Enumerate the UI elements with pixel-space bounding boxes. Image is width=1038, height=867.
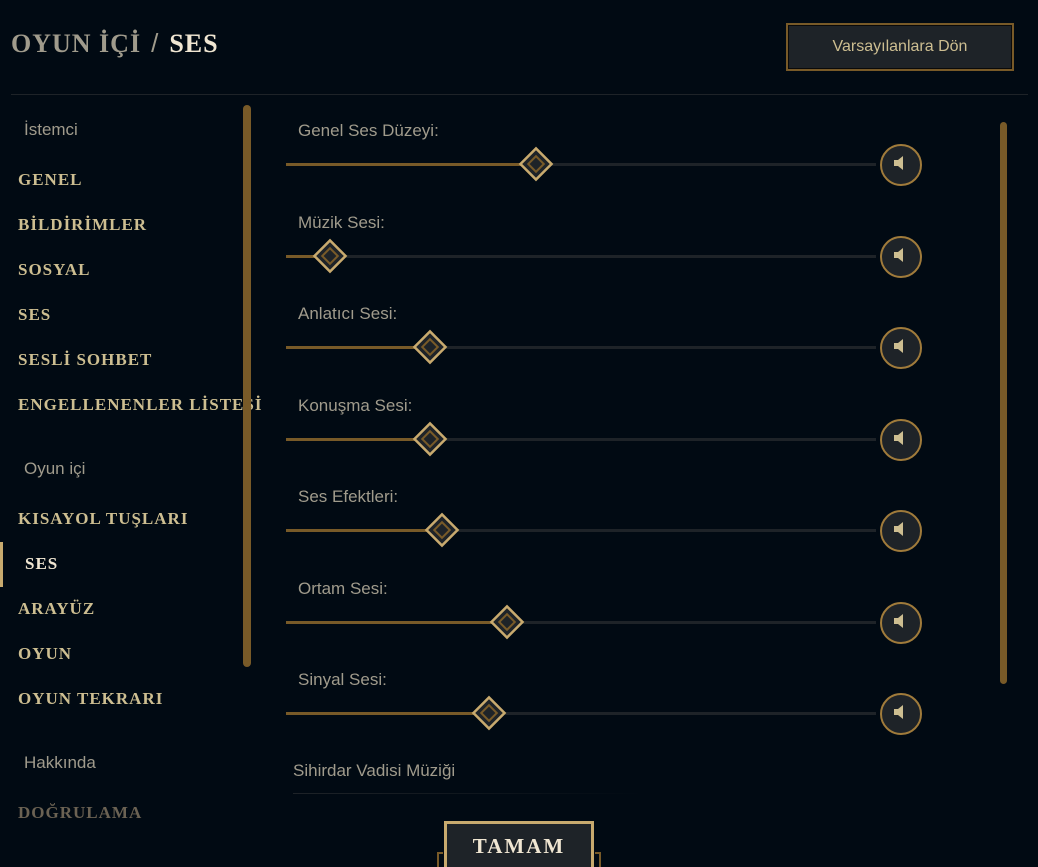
settings-scrollbar[interactable] [1000,122,1007,684]
speaker-icon [891,336,911,361]
diamond-thumb-icon[interactable] [411,420,449,458]
slider-track[interactable] [286,238,876,274]
slider-label: Ses Efektleri: [298,487,399,506]
nav-group-about: Hakkında [24,753,96,772]
nav-group-client: İstemci [24,120,78,139]
slider-label: Ortam Sesi: [298,579,388,598]
mute-button[interactable] [880,327,922,369]
nav-group-in-game: Oyun içi [24,459,86,478]
sidebar-item-verification[interactable]: DOĞRULAMA [18,803,142,823]
mute-button[interactable] [880,144,922,186]
mute-button[interactable] [880,236,922,278]
slider-row-voice-volume: Konuşma Sesi: [286,396,926,488]
slider-label: Anlatıcı Sesi: [298,304,398,323]
slider-track[interactable] [286,695,876,731]
mute-button[interactable] [880,510,922,552]
sidebar-item-social[interactable]: SOSYAL [18,260,90,280]
slider-row-music-volume: Müzik Sesi: [286,213,926,305]
diamond-thumb-icon[interactable] [423,511,461,549]
slider-fill [286,621,495,624]
speaker-icon [891,153,911,178]
slider-label: Müzik Sesi: [298,213,385,232]
sidebar-item-replays[interactable]: OYUN TEKRARI [18,689,163,709]
section-divider [293,793,643,794]
speaker-icon [891,519,911,544]
sidebar-item-notifications[interactable]: BİLDİRİMLER [18,215,147,235]
slider-row-sfx-volume: Ses Efektleri: [286,487,926,579]
slider-track[interactable] [286,329,876,365]
slider-fill [286,529,430,532]
sidebar-item-game[interactable]: OYUN [18,644,72,664]
sound-settings-panel: Genel Ses Düzeyi: Müzik Sesi: Anlatıcı S… [270,95,1010,867]
speaker-icon [891,428,911,453]
ok-button-ornament [437,852,443,867]
sidebar-item-interface[interactable]: ARAYÜZ [18,599,95,619]
ok-button[interactable]: TAMAM [444,821,594,867]
mute-button[interactable] [880,602,922,644]
page-title: SES [169,29,219,58]
slider-track[interactable] [286,512,876,548]
slider-label: Genel Ses Düzeyi: [298,121,439,140]
speaker-icon [891,245,911,270]
slider-fill [286,346,418,349]
breadcrumb: OYUN İÇİ / SES [11,28,219,59]
slider-row-master-volume: Genel Ses Düzeyi: [286,121,926,213]
sidebar-scrollbar[interactable] [243,105,251,667]
settings-sidebar: İstemci GENEL BİLDİRİMLER SOSYAL SES SES… [0,95,262,867]
breadcrumb-parent: OYUN İÇİ [11,29,142,58]
slider-fill [286,438,418,441]
slider-label: Sinyal Sesi: [298,670,387,689]
diamond-thumb-icon[interactable] [411,328,449,366]
sidebar-item-general[interactable]: GENEL [18,170,83,190]
diamond-thumb-icon[interactable] [488,603,526,641]
sidebar-item-in-game-sound[interactable]: SES [25,554,58,574]
slider-track[interactable] [286,604,876,640]
restore-defaults-button[interactable]: Varsayılanlara Dön [786,23,1014,71]
diamond-thumb-icon[interactable] [517,145,555,183]
mute-button[interactable] [880,693,922,735]
sidebar-item-hotkeys[interactable]: KISAYOL TUŞLARI [18,509,188,529]
slider-row-announcer-volume: Anlatıcı Sesi: [286,304,926,396]
slider-fill [286,712,477,715]
sidebar-item-block-list[interactable]: ENGELLENENLER LİSTESİ [18,395,262,415]
section-title-summoners-rift-music: Sihirdar Vadisi Müziği [293,761,456,780]
slider-row-ambience-volume: Ortam Sesi: [286,579,926,671]
slider-row-ping-volume: Sinyal Sesi: [286,670,926,762]
speaker-icon [891,611,911,636]
ok-button-ornament [595,852,601,867]
speaker-icon [891,702,911,727]
breadcrumb-separator: / [151,28,160,58]
sidebar-item-voice-chat[interactable]: SESLİ SOHBET [18,350,152,370]
diamond-thumb-icon[interactable] [311,237,349,275]
slider-track[interactable] [286,146,876,182]
diamond-thumb-icon[interactable] [470,694,508,732]
slider-fill [286,163,524,166]
active-indicator [0,542,3,587]
slider-track[interactable] [286,421,876,457]
mute-button[interactable] [880,419,922,461]
sidebar-item-client-sound[interactable]: SES [18,305,51,325]
slider-label: Konuşma Sesi: [298,396,413,415]
